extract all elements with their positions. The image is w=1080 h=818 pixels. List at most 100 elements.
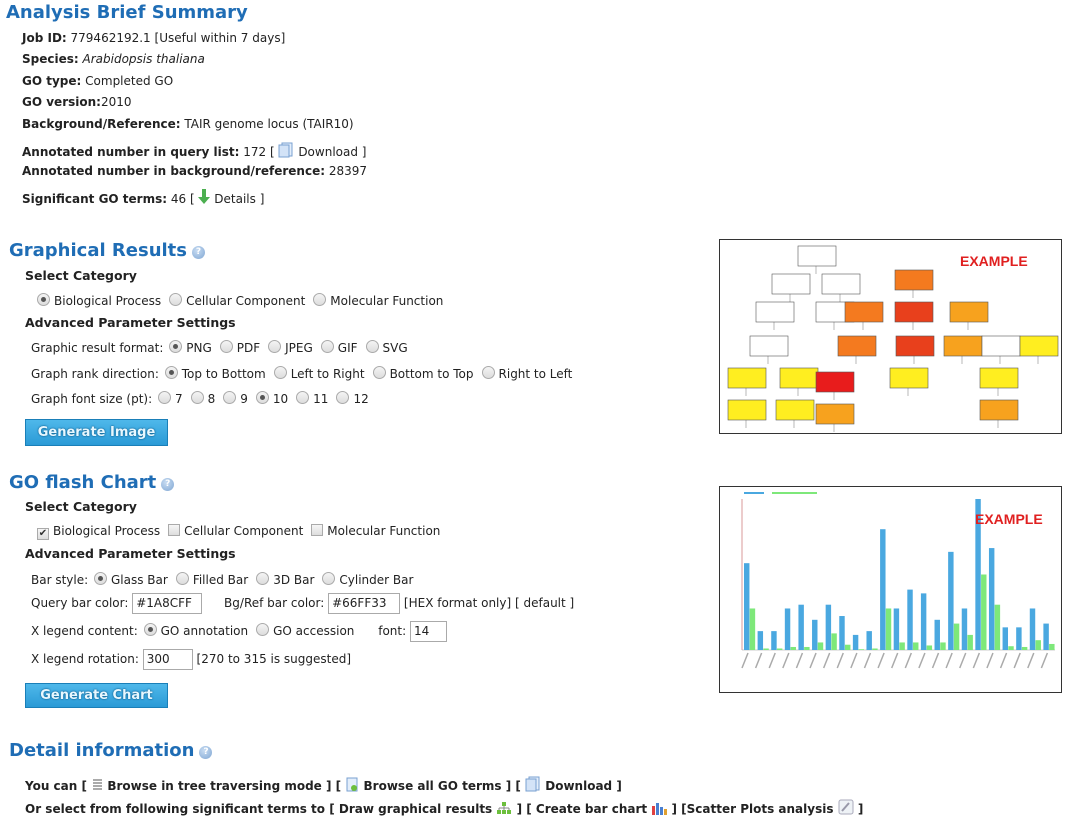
x-tick-label: [795, 652, 804, 669]
scatter-plot-link[interactable]: Scatter Plots analysis: [687, 802, 834, 816]
download-link[interactable]: Download: [545, 779, 612, 793]
checkbox[interactable]: ✔: [37, 528, 49, 540]
radio-button[interactable]: [481, 366, 495, 379]
ref-bar: [831, 633, 837, 650]
option-top-to-bottom[interactable]: Top to Bottom: [163, 366, 266, 381]
x-tick-label: [945, 652, 953, 669]
radio-button[interactable]: [322, 572, 336, 585]
ref-color-input[interactable]: #66FF33: [328, 593, 401, 614]
option-svg[interactable]: SVG: [364, 340, 408, 355]
option-left-to-right[interactable]: Left to Right: [272, 366, 365, 381]
radio-button[interactable]: [296, 391, 310, 404]
graph-node: [821, 273, 861, 295]
option-glass-bar[interactable]: Glass Bar: [92, 572, 168, 587]
radio-button[interactable]: [255, 391, 269, 404]
ref-bar: [1021, 646, 1028, 650]
option-jpeg[interactable]: JPEG: [266, 340, 313, 355]
option-molecular-function[interactable]: Molecular Function: [309, 524, 440, 538]
legend-font-input[interactable]: 14: [409, 621, 447, 642]
graph-node: [779, 367, 819, 389]
option-9[interactable]: 9: [221, 391, 248, 406]
query-bar: [893, 608, 900, 650]
radio-button[interactable]: [365, 340, 379, 353]
scatter-plot-icon: [838, 799, 854, 815]
option-cellular-component[interactable]: Cellular Component: [167, 293, 305, 308]
flash-chart-title: GO flash Chart?: [9, 472, 175, 493]
option-11[interactable]: 11: [294, 391, 328, 406]
ref-bar: [844, 644, 851, 650]
option-bottom-to-top[interactable]: Bottom to Top: [371, 366, 474, 381]
radio-button[interactable]: [320, 340, 334, 353]
option-cellular-component[interactable]: Cellular Component: [166, 524, 303, 538]
ref-bar: [953, 623, 960, 650]
checkbox[interactable]: [168, 524, 181, 536]
x-tick-label: [904, 652, 913, 669]
default-link[interactable]: [ default ]: [515, 596, 574, 610]
go-graph-diagram: EXAMPLE: [727, 245, 1059, 432]
option-biological-process[interactable]: Biological Process: [35, 293, 161, 308]
bar-style-row: Bar style: Glass Bar Filled Bar 3D Bar Cyli…: [31, 572, 419, 587]
option-12[interactable]: 12: [334, 391, 369, 406]
x-tick-label: [836, 652, 844, 669]
graph-node: [775, 399, 815, 421]
option-7[interactable]: 7: [156, 391, 183, 406]
help-icon[interactable]: ?: [199, 746, 213, 759]
help-icon[interactable]: ?: [192, 246, 206, 259]
radio-button[interactable]: [223, 391, 237, 404]
radio-button[interactable]: [169, 293, 183, 306]
radio-button[interactable]: [169, 340, 183, 353]
browse-all-link[interactable]: Browse all GO terms: [364, 779, 502, 793]
graph-node: [894, 269, 934, 291]
option-pdf[interactable]: PDF: [218, 340, 260, 355]
help-icon[interactable]: ?: [161, 478, 175, 491]
rotation-input[interactable]: 300: [142, 649, 193, 670]
ref-bar: [776, 648, 783, 650]
query-bar: [920, 593, 927, 650]
graph-node: [755, 301, 795, 323]
checkbox[interactable]: [311, 524, 324, 536]
radio-button[interactable]: [93, 572, 107, 585]
query-bar: [784, 608, 791, 650]
radio-button[interactable]: [190, 391, 204, 404]
option-molecular-function[interactable]: Molecular Function: [311, 293, 443, 308]
radio-button[interactable]: [273, 366, 287, 379]
radio-button[interactable]: [372, 366, 386, 379]
x-tick-label: [931, 652, 940, 669]
generate-chart-button[interactable]: Generate Chart: [25, 683, 168, 708]
option-gif[interactable]: GIF: [319, 340, 358, 355]
x-tick-label: [850, 652, 858, 669]
radio-button[interactable]: [256, 623, 270, 636]
option-3d-bar[interactable]: 3D Bar: [254, 572, 314, 587]
option-8[interactable]: 8: [189, 391, 215, 406]
radio-button[interactable]: [219, 340, 233, 353]
radio-button[interactable]: [336, 391, 350, 404]
radio-button[interactable]: [175, 572, 189, 585]
option-right-to-left[interactable]: Right to Left: [480, 366, 572, 381]
radio-button[interactable]: [157, 391, 171, 404]
query-color-input[interactable]: #1A8CFF: [132, 593, 203, 614]
draw-graph-link[interactable]: Draw graphical results: [339, 802, 492, 816]
graphical-results-title: Graphical Results?: [9, 240, 206, 261]
option-go-accession[interactable]: GO accession: [254, 623, 354, 638]
option-biological-process[interactable]: ✔ Biological Process: [35, 524, 160, 540]
download-link[interactable]: Download: [278, 142, 358, 159]
you-can-row: You can [ Browse in tree traversing mode…: [25, 776, 622, 793]
browse-tree-link[interactable]: Browse in tree traversing mode: [107, 779, 321, 793]
bar-chart-link[interactable]: Create bar chart: [536, 802, 647, 816]
radio-button[interactable]: [143, 623, 157, 636]
option-cylinder-bar[interactable]: Cylinder Bar: [320, 572, 413, 587]
details-link[interactable]: Details: [198, 189, 256, 206]
radio-button[interactable]: [268, 340, 282, 353]
option-png[interactable]: PNG: [167, 340, 212, 355]
x-tick-label: [972, 652, 981, 669]
option-filled-bar[interactable]: Filled Bar: [174, 572, 248, 587]
radio-button[interactable]: [37, 293, 50, 306]
generate-image-button[interactable]: Generate Image: [25, 419, 168, 446]
query-bar: [798, 604, 804, 650]
radio-button[interactable]: [164, 366, 178, 379]
option-10[interactable]: 10: [254, 391, 288, 406]
x-tick-label: [1027, 652, 1035, 669]
option-go-annotation[interactable]: GO annotation: [142, 623, 248, 638]
radio-button[interactable]: [256, 572, 270, 585]
radio-button[interactable]: [313, 293, 327, 306]
